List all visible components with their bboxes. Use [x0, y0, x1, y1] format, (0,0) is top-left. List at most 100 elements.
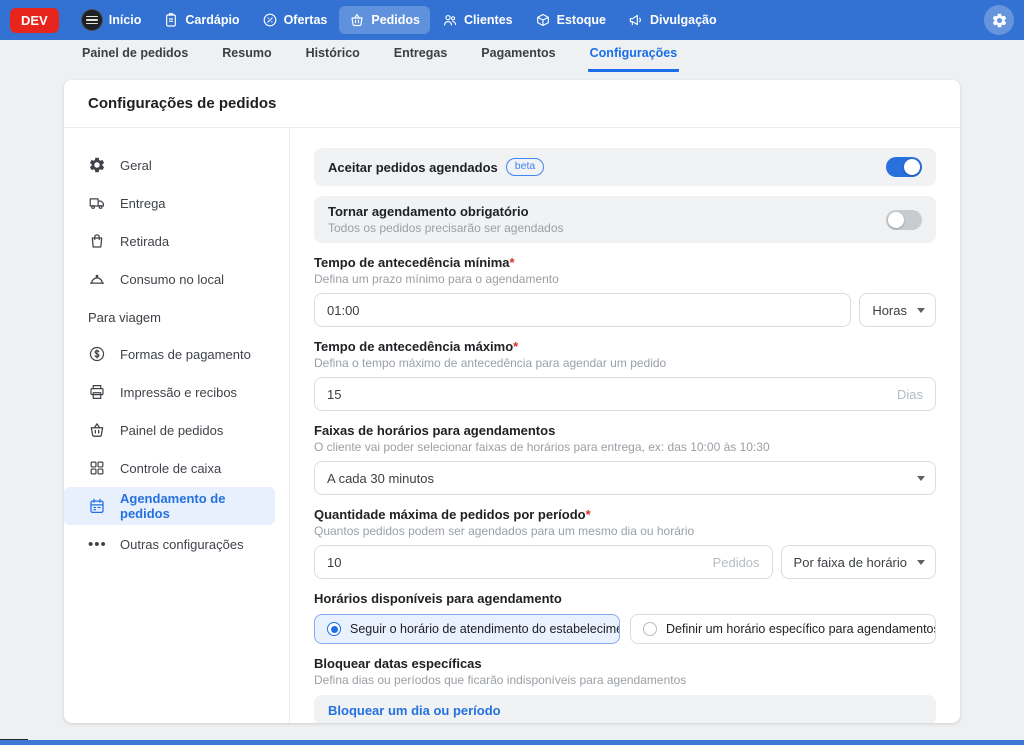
min-lead-time-unit-select[interactable]: Horas: [859, 293, 936, 327]
nav-item-pedidos[interactable]: Pedidos: [339, 6, 430, 34]
nav-item-label: Início: [109, 13, 142, 27]
sidebar-item-agendamento-de-pedidos[interactable]: Agendamento de pedidos: [64, 487, 275, 525]
available-hours-label: Horários disponíveis para agendamento: [314, 591, 936, 606]
settings-sidebar: Geral Entrega Retirada Consumo no local …: [64, 128, 290, 723]
tab-painel-de-pedidos[interactable]: Painel de pedidos: [80, 38, 190, 72]
tab-pagamentos[interactable]: Pagamentos: [479, 38, 557, 72]
max-orders-suffix: Pedidos: [713, 555, 760, 570]
sidebar-item-label: Geral: [120, 158, 152, 173]
select-value: A cada 30 minutos: [327, 471, 434, 486]
max-lead-time-unit-suffix: Dias: [897, 387, 923, 402]
nav-item-clientes[interactable]: Clientes: [432, 6, 523, 34]
select-value: Por faixa de horário: [794, 555, 907, 570]
sidebar-item-painel-de-pedidos[interactable]: Painel de pedidos: [64, 411, 275, 449]
sidebar-item-label: Formas de pagamento: [120, 347, 251, 362]
sidebar-item-outras-configuracoes[interactable]: ••• Outras configurações: [64, 525, 275, 563]
nav-item-inicio[interactable]: Início: [71, 3, 152, 37]
top-navigation-bar: DEV Início Cardápio Ofertas Pedidos Clie…: [0, 0, 1024, 40]
max-orders-group: Quantidade máxima de pedidos por período…: [314, 507, 936, 579]
gear-icon: [991, 12, 1008, 29]
truck-icon: [88, 194, 106, 212]
time-slots-group: Faixas de horários para agendamentos O c…: [314, 423, 936, 495]
max-orders-input[interactable]: [327, 555, 705, 570]
button-label: Bloquear um dia ou período: [328, 703, 501, 718]
sidebar-item-label: Agendamento de pedidos: [120, 491, 275, 521]
chevron-down-icon: [917, 308, 925, 313]
sidebar-item-label: Entrega: [120, 196, 166, 211]
tab-historico[interactable]: Histórico: [304, 38, 362, 72]
order-settings-card: Configurações de pedidos Geral Entrega R…: [64, 80, 960, 723]
required-asterisk: *: [510, 255, 515, 270]
dollar-icon: [88, 345, 106, 363]
sidebar-item-label: Consumo no local: [120, 272, 224, 287]
brand-logo-icon: [81, 9, 103, 31]
toggle-knob: [888, 212, 904, 228]
tab-resumo[interactable]: Resumo: [220, 38, 273, 72]
accept-scheduled-orders-label: Aceitar pedidos agendados beta: [328, 158, 544, 176]
bag-icon: [88, 232, 106, 250]
gear-icon: [88, 156, 106, 174]
dev-badge[interactable]: DEV: [10, 8, 59, 33]
select-value: Horas: [872, 303, 907, 318]
nav-item-divulgacao[interactable]: Divulgação: [618, 6, 727, 34]
min-lead-time-input-wrapper: [314, 293, 851, 327]
basket-icon: [349, 12, 365, 28]
page-title: Configurações de pedidos: [88, 95, 276, 112]
accept-scheduled-orders-row: Aceitar pedidos agendados beta: [314, 148, 936, 186]
sidebar-item-controle-de-caixa[interactable]: Controle de caixa: [64, 449, 275, 487]
percent-badge-icon: [262, 12, 278, 28]
row-label-text: Aceitar pedidos agendados: [328, 160, 498, 175]
max-orders-input-wrapper: Pedidos: [314, 545, 773, 579]
clipboard-icon: [163, 12, 179, 28]
sidebar-item-entrega[interactable]: Entrega: [64, 184, 275, 222]
radio-option-specific-hours[interactable]: Definir um horário específico para agend…: [630, 614, 936, 644]
tab-entregas[interactable]: Entregas: [392, 38, 450, 72]
toggle-knob: [904, 159, 920, 175]
chevron-down-icon: [917, 476, 925, 481]
available-hours-group: Horários disponíveis para agendamento Se…: [314, 591, 936, 644]
required-asterisk: *: [513, 339, 518, 354]
nav-item-estoque[interactable]: Estoque: [525, 6, 616, 34]
time-slots-label: Faixas de horários para agendamentos: [314, 423, 936, 438]
max-lead-time-description: Defina o tempo máximo de antecedência pa…: [314, 356, 936, 370]
nav-item-label: Clientes: [464, 13, 513, 27]
require-scheduling-row: Tornar agendamento obrigatório Todos os …: [314, 196, 936, 243]
sidebar-item-label: Impressão e recibos: [120, 385, 237, 400]
sidebar-item-retirada[interactable]: Retirada: [64, 222, 275, 260]
sidebar-item-impressao-e-recibos[interactable]: Impressão e recibos: [64, 373, 275, 411]
min-lead-time-input[interactable]: [327, 303, 838, 318]
nav-item-label: Cardápio: [185, 13, 239, 27]
calendar-icon: [88, 497, 106, 515]
sidebar-item-label: Outras configurações: [120, 537, 244, 552]
require-scheduling-description: Todos os pedidos precisarão ser agendado…: [328, 221, 564, 235]
orders-tab-bar: Painel de pedidos Resumo Histórico Entre…: [0, 40, 1024, 72]
nav-item-label: Divulgação: [650, 13, 717, 27]
radio-option-follow-store-hours[interactable]: Seguir o horário de atendimento do estab…: [314, 614, 620, 644]
nav-item-cardapio[interactable]: Cardápio: [153, 6, 249, 34]
max-lead-time-input[interactable]: [327, 387, 889, 402]
sidebar-item-geral[interactable]: Geral: [64, 146, 275, 184]
megaphone-icon: [628, 12, 644, 28]
min-lead-time-description: Defina um prazo mínimo para o agendament…: [314, 272, 936, 286]
sidebar-item-consumo-no-local[interactable]: Consumo no local: [64, 260, 275, 298]
required-asterisk: *: [586, 507, 591, 522]
printer-icon: [88, 383, 106, 401]
settings-button[interactable]: [984, 5, 1014, 35]
nav-item-label: Pedidos: [371, 13, 420, 27]
accept-scheduled-orders-toggle[interactable]: [886, 157, 922, 177]
time-slots-select[interactable]: A cada 30 minutos: [314, 461, 936, 495]
card-header: Configurações de pedidos: [64, 80, 960, 128]
sidebar-item-formas-de-pagamento[interactable]: Formas de pagamento: [64, 335, 275, 373]
tab-configuracoes[interactable]: Configurações: [588, 38, 680, 72]
nav-item-ofertas[interactable]: Ofertas: [252, 6, 338, 34]
settings-content: Aceitar pedidos agendados beta Tornar ag…: [290, 128, 960, 723]
max-lead-time-input-wrapper: Dias: [314, 377, 936, 411]
require-scheduling-toggle[interactable]: [886, 210, 922, 230]
ellipsis-icon: •••: [88, 536, 106, 553]
sidebar-section-para-viagem: Para viagem: [64, 298, 289, 335]
beta-badge: beta: [506, 158, 544, 176]
max-orders-period-select[interactable]: Por faixa de horário: [781, 545, 936, 579]
chevron-down-icon: [917, 560, 925, 565]
block-day-or-period-button[interactable]: Bloquear um dia ou período: [314, 695, 936, 723]
block-dates-label: Bloquear datas específicas: [314, 656, 936, 671]
